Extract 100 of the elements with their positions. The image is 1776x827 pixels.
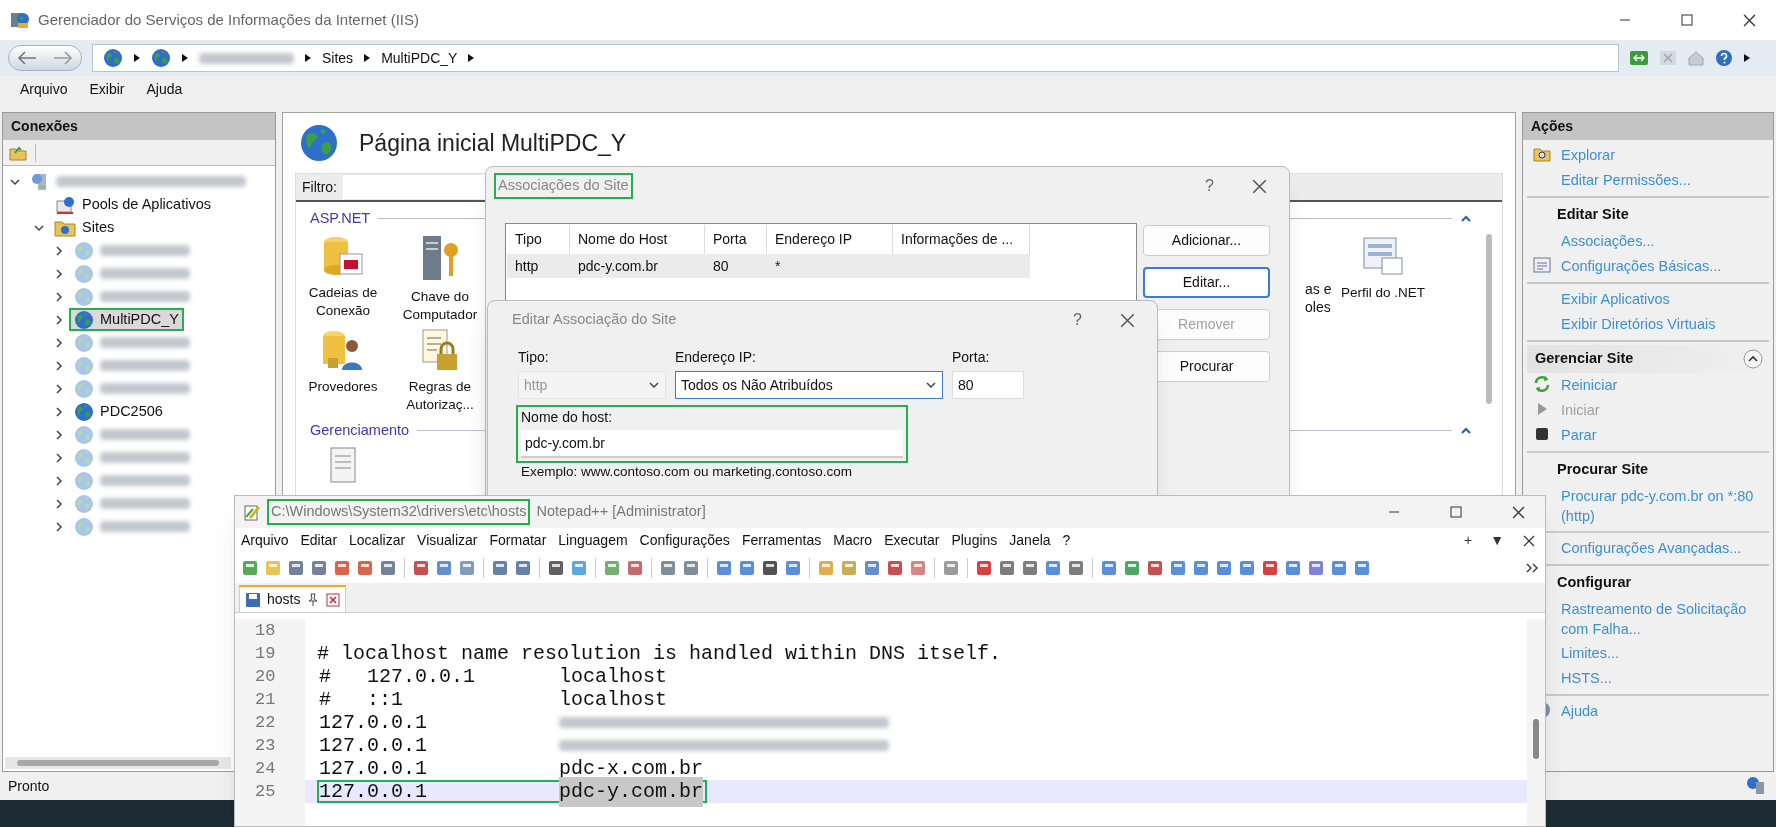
menu-item[interactable]: Exibir: [89, 78, 125, 100]
toolbar-icon[interactable]: [1044, 559, 1062, 577]
close-icon[interactable]: [1523, 534, 1535, 547]
dropdown-field[interactable]: Todos os Não Atribuídos: [675, 371, 943, 399]
toolbar-icon[interactable]: [1307, 559, 1325, 577]
feature-label[interactable]: Provedores: [308, 377, 378, 396]
more-icon[interactable]: [1525, 562, 1539, 574]
toolbar-icon[interactable]: [998, 559, 1016, 577]
toolbar-icon[interactable]: [491, 559, 509, 577]
forward-icon[interactable]: [53, 51, 73, 65]
toolbar-icon[interactable]: [1215, 559, 1233, 577]
menu-item[interactable]: Executar: [884, 530, 940, 551]
tree-item[interactable]: PDC2506: [69, 400, 168, 423]
expand-icon[interactable]: [53, 520, 65, 533]
toolbar-icon[interactable]: [287, 559, 305, 577]
toolbar-icon[interactable]: [435, 559, 453, 577]
toolbar-icon[interactable]: [514, 559, 532, 577]
expand-icon[interactable]: [53, 313, 65, 326]
toolbar-icon[interactable]: [1192, 559, 1210, 577]
expand-icon[interactable]: [53, 244, 65, 257]
toolbar-icon[interactable]: [1146, 559, 1164, 577]
menu-item[interactable]: Ferramentas: [741, 530, 822, 551]
folder-icon[interactable]: [9, 144, 27, 161]
menu-item[interactable]: Macro: [833, 530, 873, 551]
toolbar-icon[interactable]: [310, 559, 328, 577]
file-tab[interactable]: hosts: [239, 585, 347, 612]
collapse-icon[interactable]: [1460, 425, 1472, 436]
menu-item[interactable]: Ajuda: [146, 78, 183, 100]
close-icon[interactable]: [326, 592, 341, 607]
feature-label[interactable]: as e oles: [1305, 279, 1333, 316]
maximize-icon[interactable]: [1450, 506, 1462, 518]
tree-item[interactable]: Sites: [49, 216, 120, 239]
input-field[interactable]: 80: [952, 371, 1024, 399]
toolbar-icon[interactable]: [356, 559, 374, 577]
expand-icon[interactable]: [53, 290, 65, 303]
toolbar-icon[interactable]: [975, 559, 993, 577]
toolbar-icon[interactable]: [412, 559, 430, 577]
menu-item[interactable]: Arquivo: [20, 78, 68, 100]
toolbar-icon[interactable]: [1067, 559, 1085, 577]
feature-label[interactable]: Perfil do .NET: [1341, 283, 1425, 302]
collapse-icon[interactable]: [1743, 349, 1763, 369]
toolbar-icon[interactable]: [715, 559, 733, 577]
help-button[interactable]: ?: [1205, 174, 1214, 198]
menu-item[interactable]: Janela: [1009, 530, 1051, 551]
toolbar-icon[interactable]: [626, 559, 644, 577]
toolbar-icon[interactable]: [761, 559, 779, 577]
expand-icon[interactable]: [53, 497, 65, 510]
close-icon[interactable]: [1252, 178, 1267, 194]
toolbar-icon[interactable]: [333, 559, 351, 577]
menu-item[interactable]: Localizar: [349, 530, 406, 551]
menu-button[interactable]: ▼: [1487, 530, 1507, 551]
toolbar-icon[interactable]: [738, 559, 756, 577]
close-icon[interactable]: [1512, 505, 1525, 519]
home-icon[interactable]: [1687, 50, 1705, 66]
toolbar-icon[interactable]: [886, 559, 904, 577]
horizontal-scrollbar[interactable]: [5, 757, 231, 769]
menu-item[interactable]: ?: [1062, 530, 1071, 551]
breadcrumb-item[interactable]: MultiPDC_Y: [381, 47, 458, 69]
tree-item[interactable]: MultiPDC_Y: [69, 308, 184, 331]
refresh-icon[interactable]: [1629, 50, 1649, 66]
table-row[interactable]: http pdc-y.com.br 80 *: [507, 254, 1030, 278]
feature-label[interactable]: Cadeias de Conexão: [296, 283, 390, 320]
breadcrumb-item[interactable]: Sites: [322, 47, 354, 69]
expand-icon[interactable]: [53, 359, 65, 372]
address-field[interactable]: Sites MultiPDC_Y: [92, 44, 1619, 72]
toolbar-icon[interactable]: [863, 559, 881, 577]
stop-icon[interactable]: [1659, 50, 1677, 66]
vertical-scrollbar[interactable]: [1527, 619, 1545, 826]
back-icon[interactable]: [17, 51, 37, 65]
toolbar-icon[interactable]: [1261, 559, 1279, 577]
toolbar-icon[interactable]: [659, 559, 677, 577]
expand-icon[interactable]: [53, 382, 65, 395]
toolbar-icon[interactable]: [1021, 559, 1039, 577]
expand-icon[interactable]: [53, 474, 65, 487]
menu-item[interactable]: Arquivo: [241, 530, 289, 551]
tree-item[interactable]: Pools de Aplicativos: [49, 193, 216, 216]
toolbar-icon[interactable]: [379, 559, 397, 577]
toolbar-icon[interactable]: [1238, 559, 1256, 577]
collapse-icon[interactable]: [1460, 213, 1472, 224]
toolbar-icon[interactable]: [682, 559, 700, 577]
menu-button[interactable]: +: [1460, 530, 1476, 551]
toolbar-icon[interactable]: [1100, 559, 1118, 577]
toolbar-icon[interactable]: [547, 559, 565, 577]
help-button[interactable]: ?: [1073, 308, 1082, 332]
feature-label[interactable]: Regras de Autorizaç...: [393, 377, 487, 414]
toolbar-icon[interactable]: [1330, 559, 1348, 577]
dialog-button[interactable]: Editar...: [1143, 267, 1270, 298]
input-field[interactable]: pdc-y.com.br: [521, 430, 903, 458]
toolbar-icon[interactable]: [1169, 559, 1187, 577]
feature-label[interactable]: Chave do Computador: [393, 287, 487, 324]
menu-item[interactable]: Visualizar: [417, 530, 478, 551]
close-icon[interactable]: [1120, 312, 1135, 328]
expand-icon[interactable]: [53, 405, 65, 418]
toolbar-icon[interactable]: [1284, 559, 1302, 577]
dialog-button[interactable]: Adicionar...: [1143, 225, 1270, 256]
toolbar-icon[interactable]: [1353, 559, 1371, 577]
expand-icon[interactable]: [53, 428, 65, 441]
help-icon[interactable]: [1715, 49, 1733, 67]
dropdown-icon[interactable]: [925, 379, 937, 391]
menu-item[interactable]: Formatar: [489, 530, 547, 551]
